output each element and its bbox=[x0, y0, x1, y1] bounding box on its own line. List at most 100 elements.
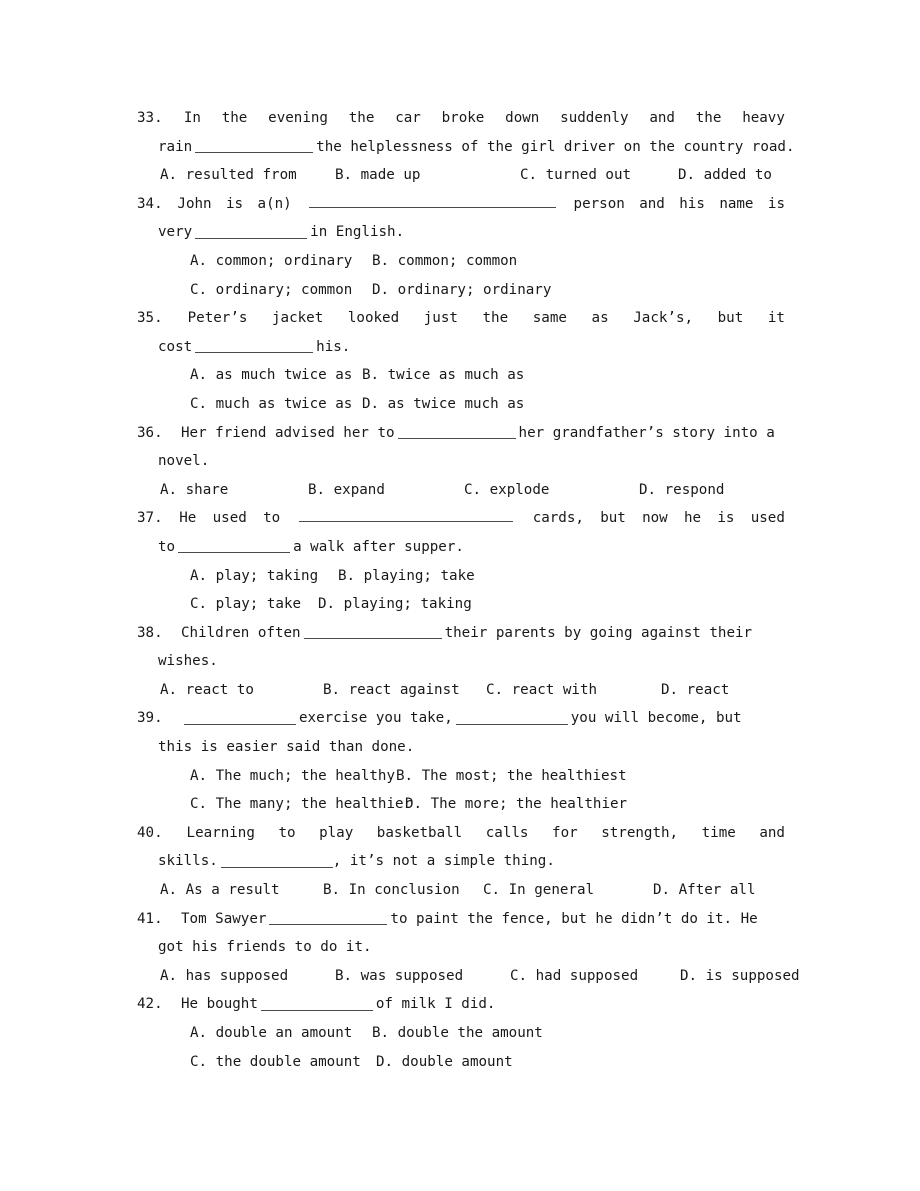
option-b[interactable]: B. twice as much as bbox=[362, 361, 524, 390]
question-34: 34. John is a(n) person and his name is … bbox=[137, 190, 785, 304]
option-d[interactable]: D. is supposed bbox=[680, 962, 800, 991]
stem-word: looked bbox=[347, 310, 400, 327]
stem-word: He bbox=[179, 510, 197, 527]
question-33-stem-line-1: 33. In the evening the car broke down su… bbox=[137, 104, 785, 133]
stem-word: down bbox=[505, 110, 540, 126]
question-42-options-row-1: A. double an amount B. double the amount bbox=[137, 1019, 838, 1048]
option-d[interactable]: D. After all bbox=[653, 876, 756, 905]
question-40-stem-line-2: skills. , it’s not a simple thing. bbox=[137, 847, 785, 876]
option-a[interactable]: A. share bbox=[160, 476, 308, 505]
question-41-stem-line-1: 41. Tom Sawyer to paint the fence, but he … bbox=[137, 905, 785, 934]
option-c[interactable]: C. The many; the healthier bbox=[190, 790, 412, 819]
option-c[interactable]: C. the double amount bbox=[190, 1048, 376, 1077]
answer-blank[interactable] bbox=[309, 193, 557, 208]
option-d[interactable]: D. added to bbox=[678, 161, 772, 190]
option-a[interactable]: A. play; taking bbox=[190, 562, 338, 591]
question-40-options-row-1: A. As a result B. In conclusion C. In ge… bbox=[137, 876, 808, 905]
answer-blank[interactable] bbox=[269, 910, 388, 925]
stem-word: car bbox=[395, 110, 421, 126]
stem-word: evening bbox=[268, 110, 328, 126]
stem-text: , it’s not a simple thing. bbox=[332, 853, 555, 870]
option-a[interactable]: A. has supposed bbox=[160, 962, 335, 991]
stem-word: person bbox=[573, 195, 625, 212]
question-38-stem-line-2: wishes. bbox=[137, 647, 785, 676]
stem-word: a(n) bbox=[257, 195, 292, 212]
option-a[interactable]: A. as much twice as bbox=[190, 361, 362, 390]
option-c[interactable]: C. much as twice as bbox=[190, 390, 362, 419]
answer-blank[interactable] bbox=[195, 339, 314, 354]
question-39-stem-line-1: 39. exercise you take, you will become, bu… bbox=[137, 704, 785, 733]
stem-text: wishes. bbox=[158, 653, 218, 670]
answer-blank[interactable] bbox=[220, 853, 333, 868]
stem-word: In bbox=[183, 110, 201, 126]
stem-word: Learning bbox=[186, 824, 255, 841]
question-39-number: 39. bbox=[137, 710, 163, 727]
option-b[interactable]: B. was supposed bbox=[335, 962, 510, 991]
answer-blank[interactable] bbox=[303, 624, 442, 639]
option-a[interactable]: A. resulted from bbox=[160, 161, 335, 190]
option-b[interactable]: B. common; common bbox=[372, 247, 517, 276]
option-d[interactable]: D. as twice much as bbox=[362, 390, 524, 419]
answer-blank[interactable] bbox=[184, 710, 296, 725]
question-38-stem-line-1: 38. Children often their parents by going … bbox=[137, 619, 785, 648]
question-35-stem-line-2: cost his. bbox=[137, 333, 785, 362]
option-c[interactable]: C. play; take bbox=[190, 590, 318, 619]
stem-word: now bbox=[642, 510, 668, 527]
answer-blank[interactable] bbox=[195, 224, 308, 239]
option-c[interactable]: C. had supposed bbox=[510, 962, 680, 991]
question-37-stem-line-1: 37. He used to cards, but now he is used bbox=[137, 504, 785, 533]
answer-blank[interactable] bbox=[260, 996, 373, 1011]
stem-text: this is easier said than done. bbox=[158, 739, 415, 756]
option-b[interactable]: B. react against bbox=[323, 676, 486, 705]
option-a[interactable]: A. double an amount bbox=[190, 1019, 372, 1048]
option-d[interactable]: D. playing; taking bbox=[318, 590, 472, 619]
answer-blank[interactable] bbox=[299, 508, 514, 523]
question-41-number: 41. bbox=[137, 910, 163, 927]
option-d[interactable]: D. respond bbox=[639, 476, 724, 505]
answer-blank[interactable] bbox=[455, 710, 568, 725]
option-c[interactable]: C. turned out bbox=[520, 161, 678, 190]
question-34-number: 34. bbox=[137, 195, 163, 212]
option-c[interactable]: C. explode bbox=[464, 476, 639, 505]
option-b[interactable]: B. The most; the healthiest bbox=[396, 762, 627, 791]
question-39-options-row-1: A. The much; the healthy B. The most; th… bbox=[137, 762, 838, 791]
option-c[interactable]: C. react with bbox=[486, 676, 661, 705]
question-38: 38. Children often their parents by going … bbox=[137, 619, 785, 705]
answer-blank[interactable] bbox=[397, 424, 516, 439]
question-33-stem-line-2: rain the helplessness of the girl driver … bbox=[137, 133, 795, 162]
option-d[interactable]: D. The more; the healthier bbox=[405, 790, 627, 819]
stem-text: a walk after supper. bbox=[293, 538, 464, 555]
option-c[interactable]: C. In general bbox=[483, 876, 653, 905]
question-33-number: 33. bbox=[137, 110, 163, 126]
question-37-stem-line-2: to a walk after supper. bbox=[137, 533, 785, 562]
option-a[interactable]: A. As a result bbox=[160, 876, 323, 905]
option-a[interactable]: A. common; ordinary bbox=[190, 247, 372, 276]
stem-text: Her friend advised her to bbox=[181, 424, 395, 441]
option-c[interactable]: C. ordinary; common bbox=[190, 276, 372, 305]
stem-word: cards, bbox=[532, 510, 584, 527]
stem-word: and bbox=[759, 824, 785, 841]
option-a[interactable]: A. The much; the healthy bbox=[190, 762, 396, 791]
stem-word: the bbox=[695, 110, 722, 126]
option-b[interactable]: B. expand bbox=[308, 476, 464, 505]
stem-word: is bbox=[226, 195, 244, 212]
option-d[interactable]: D. double amount bbox=[376, 1048, 513, 1077]
question-36-stem-line-1: 36. Her friend advised her to her grandfat… bbox=[137, 419, 785, 448]
option-d[interactable]: D. react bbox=[661, 676, 729, 705]
answer-blank[interactable] bbox=[195, 138, 314, 153]
stem-word: and bbox=[649, 110, 675, 126]
question-39-stem-line-2: this is easier said than done. bbox=[137, 733, 785, 762]
option-b[interactable]: B. made up bbox=[335, 161, 520, 190]
question-39-options-row-2: C. The many; the healthier D. The more; … bbox=[137, 790, 838, 819]
option-a[interactable]: A. react to bbox=[160, 676, 323, 705]
stem-word: name bbox=[719, 195, 754, 212]
stem-word: to bbox=[263, 510, 281, 527]
answer-blank[interactable] bbox=[178, 539, 291, 554]
option-b[interactable]: B. double the amount bbox=[372, 1019, 543, 1048]
option-b[interactable]: B. In conclusion bbox=[323, 876, 483, 905]
option-d[interactable]: D. ordinary; ordinary bbox=[372, 276, 551, 305]
question-42-number: 42. bbox=[137, 996, 163, 1013]
question-37-number: 37. bbox=[137, 510, 163, 527]
stem-text: Children often bbox=[181, 624, 301, 641]
option-b[interactable]: B. playing; take bbox=[338, 562, 475, 591]
